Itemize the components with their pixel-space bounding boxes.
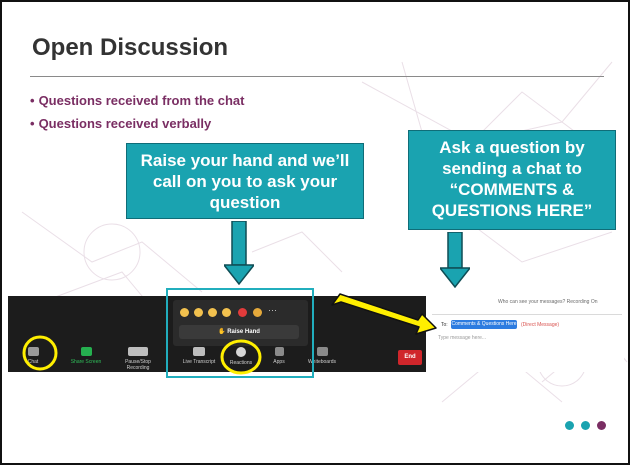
chat-highlight-circle [22, 335, 58, 371]
yellow-annotations [22, 293, 437, 375]
footer-dot-icon [597, 421, 606, 430]
footer-dots [565, 417, 613, 435]
yellow-arrow-icon [331, 293, 437, 335]
footer-dot-icon [581, 421, 590, 430]
reactions-highlight-circle [220, 339, 262, 375]
footer-dot-icon [565, 421, 574, 430]
slide: Open Discussion • Questions received from… [0, 0, 630, 465]
